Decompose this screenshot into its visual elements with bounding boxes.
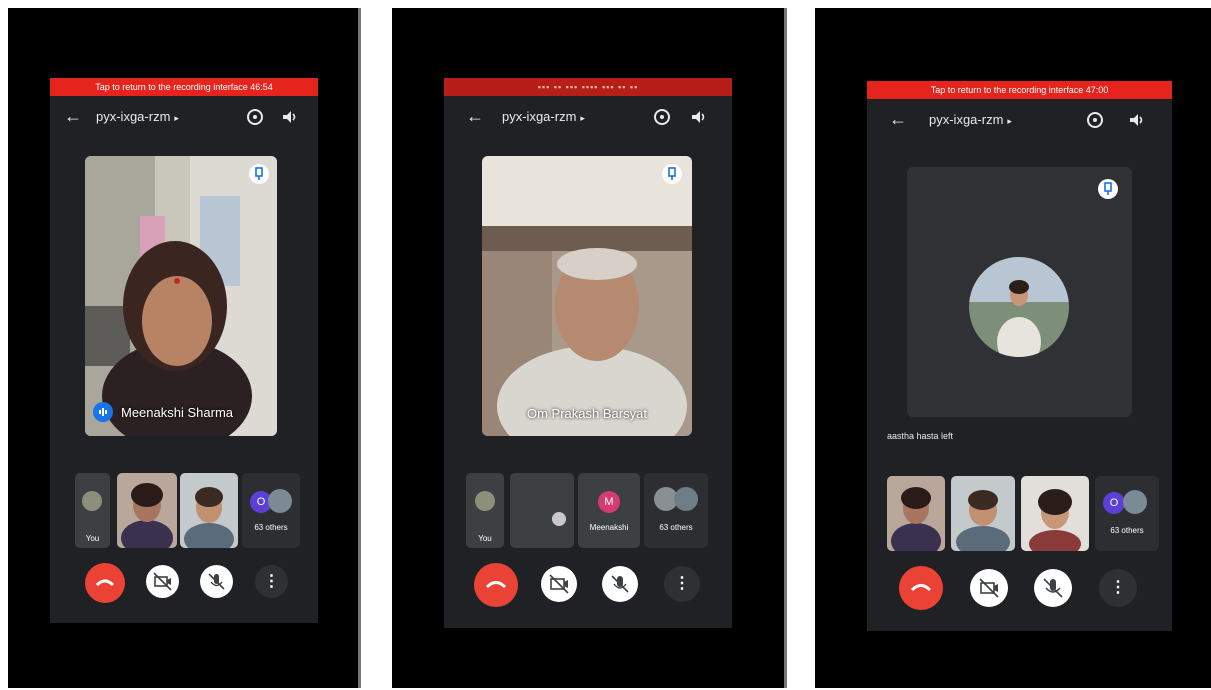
meet-call-screen: ▪▪▪ ▪▪ ▪▪▪ ▪▪▪▪ ▪▪▪ ▪▪ ▪▪ ← pyx-ixga-rzm…: [444, 78, 732, 628]
meet-call-screen: Tap to return to the recording interface…: [50, 78, 318, 623]
participant-thumb[interactable]: [1021, 476, 1089, 551]
speaking-indicator-icon: [93, 402, 113, 422]
avatar-photo: [1123, 490, 1147, 514]
end-call-icon: [95, 579, 115, 587]
pin-icon[interactable]: [1098, 179, 1118, 199]
more-vert-icon: ⋮: [674, 575, 690, 592]
camera-toggle-button[interactable]: [541, 566, 577, 602]
participant-thumb-you[interactable]: You: [466, 473, 504, 548]
back-arrow-icon[interactable]: ←: [889, 109, 907, 130]
camera-toggle-button[interactable]: [146, 565, 179, 598]
camera-off-avatar-icon: [552, 512, 566, 526]
camera-toggle-button[interactable]: [970, 569, 1008, 607]
speaker-icon[interactable]: [1127, 110, 1147, 130]
switch-camera-icon[interactable]: [245, 107, 265, 127]
end-call-button[interactable]: [85, 563, 125, 603]
thumb-label: You: [85, 534, 100, 543]
participant-left-toast: aastha hasta left: [887, 431, 954, 441]
others-count: 63 others: [254, 523, 288, 532]
video-frame-meenakshi: [85, 156, 277, 436]
camera-off-icon: [153, 572, 172, 591]
status-bar: ▪▪▪ ▪▪ ▪▪▪ ▪▪▪▪ ▪▪▪ ▪▪ ▪▪: [444, 78, 732, 96]
avatar-photo: [268, 489, 292, 513]
meeting-code[interactable]: pyx-ixga-rzm ▸: [929, 112, 1012, 127]
end-call-button[interactable]: [899, 566, 943, 610]
caret-right-icon: ▸: [580, 113, 585, 123]
mic-off-icon: [208, 573, 225, 590]
participant-video: [180, 473, 238, 548]
participant-thumb-others[interactable]: 63 others: [644, 473, 708, 548]
participant-thumb-others[interactable]: O 63 others: [242, 473, 300, 548]
thumb-label: Meenakshi: [589, 523, 629, 532]
speaker-icon[interactable]: [280, 107, 300, 127]
screenshot-panel-2: ▪▪▪ ▪▪ ▪▪▪ ▪▪▪▪ ▪▪▪ ▪▪ ▪▪ ← pyx-ixga-rzm…: [392, 8, 787, 688]
call-top-bar: ← pyx-ixga-rzm ▸: [50, 100, 318, 134]
back-arrow-icon[interactable]: ←: [64, 106, 82, 127]
end-call-icon: [485, 581, 507, 589]
back-arrow-icon[interactable]: ←: [466, 106, 484, 127]
participant-video: [117, 473, 177, 548]
caret-right-icon: ▸: [1007, 116, 1012, 126]
meet-call-screen: Tap to return to the recording interface…: [867, 81, 1172, 631]
more-options-button[interactable]: ⋮: [1099, 569, 1137, 607]
main-video-tile[interactable]: Meenakshi Sharma: [85, 156, 277, 436]
participant-thumb-you[interactable]: You: [75, 473, 110, 548]
camera-off-icon: [549, 574, 569, 594]
end-call-button[interactable]: [474, 563, 518, 607]
end-call-icon: [910, 584, 932, 592]
recording-banner[interactable]: Tap to return to the recording interface…: [867, 81, 1172, 99]
speaker-name: Meenakshi Sharma: [121, 405, 233, 420]
participant-video: [1021, 476, 1089, 551]
video-frame-om-prakash: [482, 156, 692, 436]
screenshot-panel-1: Tap to return to the recording interface…: [8, 8, 361, 688]
caret-right-icon: ▸: [174, 113, 179, 123]
avatar-photo: [674, 487, 698, 511]
speaker-name: Om Prakash Barsyat: [527, 406, 647, 421]
participant-thumb[interactable]: [180, 473, 238, 548]
main-video-tile[interactable]: Om Prakash Barsyat: [482, 156, 692, 436]
participant-thumb[interactable]: [510, 473, 574, 548]
participant-thumb[interactable]: [951, 476, 1015, 551]
participant-thumb-meenakshi[interactable]: M Meenakshi: [578, 473, 640, 548]
participant-video: [951, 476, 1015, 551]
participant-thumb[interactable]: [117, 473, 177, 548]
more-options-button[interactable]: ⋮: [255, 565, 288, 598]
call-top-bar: ← pyx-ixga-rzm ▸: [867, 103, 1172, 137]
avatar-letter: M: [598, 491, 620, 513]
thumb-label: You: [478, 534, 492, 543]
others-count: 63 others: [1110, 526, 1144, 535]
switch-camera-icon[interactable]: [1085, 110, 1105, 130]
speaker-icon[interactable]: [689, 107, 709, 127]
avatar-letter: O: [1103, 492, 1125, 514]
mic-off-icon: [1043, 578, 1063, 598]
mic-toggle-button[interactable]: [200, 565, 233, 598]
participant-thumb-others[interactable]: O 63 others: [1095, 476, 1159, 551]
participant-video: [887, 476, 945, 551]
main-video-tile[interactable]: [907, 167, 1132, 417]
participant-avatar: [969, 257, 1069, 357]
meeting-code[interactable]: pyx-ixga-rzm ▸: [96, 109, 179, 124]
more-vert-icon: ⋮: [263, 573, 280, 590]
avatar-photo: [969, 257, 1069, 357]
more-vert-icon: ⋮: [1110, 579, 1126, 596]
mic-toggle-button[interactable]: [1034, 569, 1072, 607]
mic-toggle-button[interactable]: [602, 566, 638, 602]
pin-icon[interactable]: [249, 164, 269, 184]
recording-banner[interactable]: Tap to return to the recording interface…: [50, 78, 318, 96]
others-count: 63 others: [659, 523, 693, 532]
camera-off-icon: [979, 578, 999, 598]
screenshot-panel-3: Tap to return to the recording interface…: [815, 8, 1211, 688]
more-options-button[interactable]: ⋮: [664, 566, 700, 602]
meeting-code[interactable]: pyx-ixga-rzm ▸: [502, 109, 585, 124]
mic-off-icon: [611, 575, 629, 593]
participant-thumb[interactable]: [887, 476, 945, 551]
pin-icon[interactable]: [662, 164, 682, 184]
call-top-bar: ← pyx-ixga-rzm ▸: [444, 100, 732, 134]
switch-camera-icon[interactable]: [652, 107, 672, 127]
